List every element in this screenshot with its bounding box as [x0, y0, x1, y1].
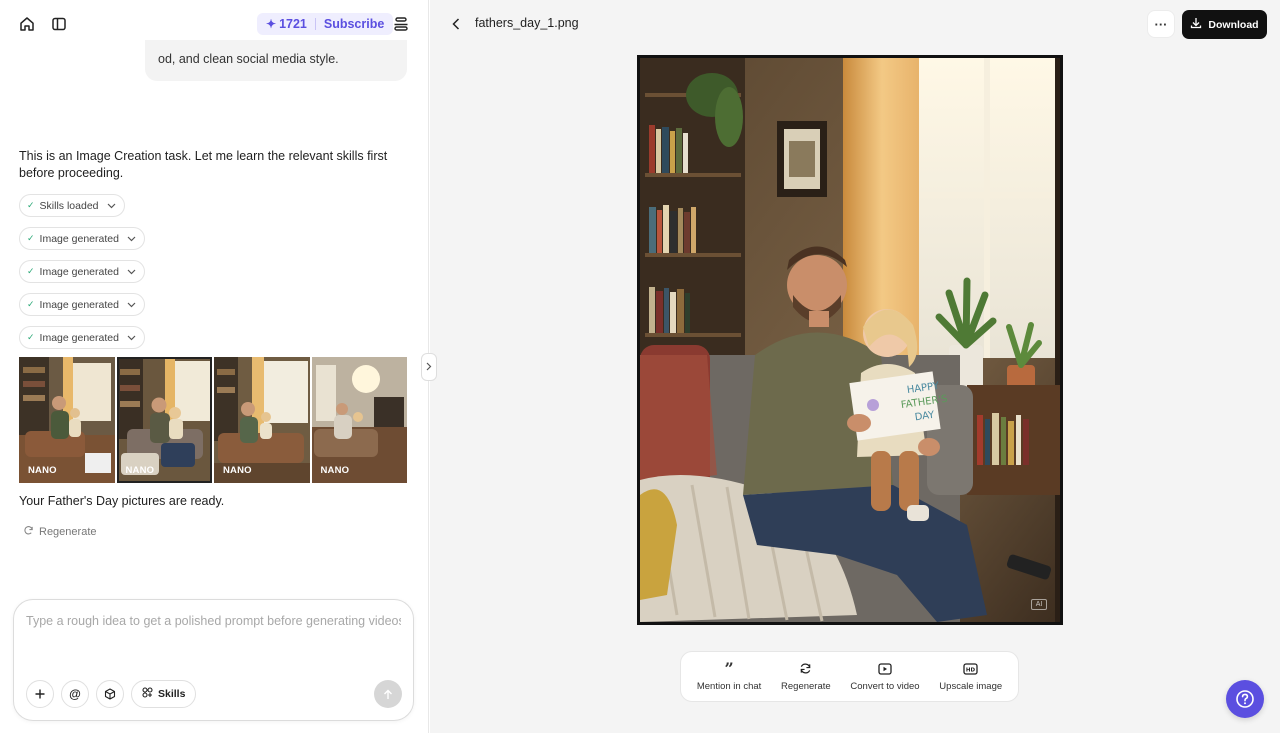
download-icon [1190, 17, 1202, 32]
upscale-image-button[interactable]: HD Upscale image [939, 662, 1002, 692]
chevron-down-icon [107, 200, 116, 212]
thumbnail-image[interactable]: NANO [214, 357, 310, 483]
skills-grid-icon [142, 687, 153, 701]
prompt-composer: @ Skills [13, 599, 414, 721]
chevron-down-icon [127, 233, 136, 245]
chevron-down-icon [127, 266, 136, 278]
check-icon: ✓ [27, 233, 35, 243]
svg-text:HD: HD [966, 667, 976, 673]
cube-icon[interactable] [96, 680, 124, 708]
back-arrow-icon[interactable] [446, 14, 466, 34]
video-icon [878, 662, 892, 676]
skills-label: Skills [158, 688, 186, 700]
home-icon[interactable] [14, 11, 40, 37]
step-skills-loaded[interactable]: ✓ Skills loaded [19, 194, 125, 217]
download-button[interactable]: Download [1182, 10, 1267, 39]
generated-thumbnails: NANO NANO NANO NANO [19, 357, 407, 483]
step-label: Image generated [39, 265, 119, 278]
thumbnail-image-selected[interactable]: NANO [116, 357, 212, 483]
thumbnail-image[interactable]: NANO [19, 357, 115, 483]
action-label: Upscale image [939, 680, 1003, 692]
step-label: Image generated [39, 298, 119, 311]
prompt-input[interactable] [26, 614, 401, 628]
at-icon[interactable]: @ [61, 680, 89, 708]
hd-icon: HD [963, 662, 978, 676]
refresh-icon [23, 525, 34, 539]
file-name-title: fathers_day_1.png [475, 16, 579, 30]
subscribe-button[interactable]: Subscribe [324, 17, 384, 31]
action-label: Mention in chat [696, 680, 762, 692]
step-image-generated[interactable]: ✓ Image generated [19, 293, 145, 316]
skills-button[interactable]: Skills [131, 680, 197, 708]
regenerate-link[interactable]: Regenerate [23, 525, 97, 539]
stack-icon[interactable] [388, 11, 414, 37]
download-label: Download [1208, 18, 1259, 31]
step-label: Image generated [39, 331, 119, 344]
credits-count: 1721 [279, 17, 307, 31]
convert-to-video-button[interactable]: Convert to video [850, 662, 920, 692]
quote-icon: ” [724, 658, 734, 678]
step-image-generated[interactable]: ✓ Image generated [19, 260, 145, 283]
refresh-icon [799, 662, 812, 676]
user-message-bubble: od, and clean social media style. [145, 40, 407, 81]
image-actions-bar: ” Mention in chat Regenerate Convert to … [680, 651, 1019, 702]
panel-collapse-handle[interactable] [421, 353, 437, 381]
check-icon: ✓ [27, 266, 35, 276]
step-label: Image generated [39, 232, 119, 245]
model-badge: NANO [125, 465, 155, 476]
help-icon[interactable] [1226, 680, 1264, 718]
check-icon: ✓ [27, 299, 35, 309]
model-badge: NANO [223, 465, 252, 476]
chat-panel: ✦ 1721 Subscribe od, and clean social me… [0, 0, 429, 733]
assistant-intro-text: This is an Image Creation task. Let me l… [19, 149, 388, 180]
model-badge: NANO [28, 465, 57, 476]
regenerate-label: Regenerate [39, 526, 97, 538]
preview-image: HAPPY FATHER'S DAY AI [637, 55, 1063, 625]
action-label: Convert to video [850, 680, 920, 692]
step-image-generated[interactable]: ✓ Image generated [19, 326, 145, 349]
sidebar-toggle-icon[interactable] [46, 11, 72, 37]
preview-panel: fathers_day_1.png ··· Download HAPPY FAT… [430, 0, 1280, 733]
check-icon: ✓ [27, 200, 35, 210]
mention-in-chat-button[interactable]: ” Mention in chat [696, 658, 762, 692]
credits-subscribe-pill[interactable]: ✦ 1721 Subscribe [257, 13, 394, 35]
chevron-down-icon [127, 332, 136, 344]
more-options-button[interactable]: ··· [1147, 10, 1175, 38]
step-image-generated[interactable]: ✓ Image generated [19, 227, 145, 250]
divider [314, 18, 316, 30]
step-label: Skills loaded [39, 199, 99, 212]
plus-icon[interactable] [26, 680, 54, 708]
sparkle-icon: ✦ [266, 17, 277, 31]
user-message-text: od, and clean social media style. [158, 52, 339, 66]
ai-watermark: AI [1031, 599, 1047, 610]
thumbnail-image[interactable]: NANO [311, 357, 407, 483]
check-icon: ✓ [27, 332, 35, 342]
action-label: Regenerate [781, 680, 831, 692]
model-badge: NANO [320, 465, 350, 476]
ready-message: Your Father's Day pictures are ready. [19, 494, 225, 508]
send-arrow-icon[interactable] [374, 680, 402, 708]
chevron-right-icon [426, 358, 432, 376]
chevron-down-icon [127, 299, 136, 311]
regenerate-button[interactable]: Regenerate [781, 662, 831, 692]
